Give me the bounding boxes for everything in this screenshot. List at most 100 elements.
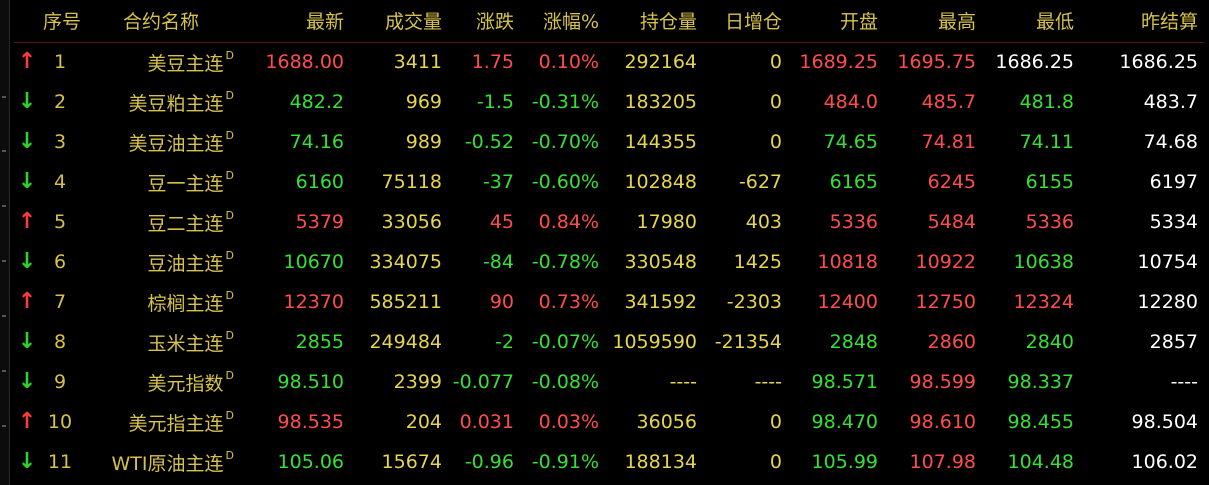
cell-open: 484.0: [823, 91, 878, 113]
cell-volume: 33056: [381, 211, 442, 233]
col-header-seq[interactable]: 序号: [40, 0, 84, 43]
contract-flag: D: [225, 169, 234, 183]
cell-pct: -0.91%: [531, 451, 599, 473]
left-panel-edge: [0, 0, 10, 485]
table-row[interactable]: ↑ 7 棕榈主连 D 12370 585211 90 0.73% 341592 -2303 1240…: [14, 282, 1204, 322]
arrow-up-icon: ↑: [17, 49, 37, 75]
cell-seq: 3: [53, 131, 67, 153]
cell-low: 104.48: [1007, 451, 1074, 473]
cell-oi: 144355: [624, 131, 697, 153]
cell-prev: 12280: [1137, 291, 1198, 313]
cell-low: 98.455: [1007, 411, 1074, 433]
arrow-down-icon: ↓: [17, 89, 37, 114]
cell-pct: 0.10%: [538, 51, 599, 74]
contract-name: 棕榈主连: [147, 292, 224, 315]
cell-change: -2: [495, 331, 514, 353]
edge-tick: [2, 150, 6, 152]
cell-oi: ----: [669, 371, 697, 393]
cell-oi: 1059590: [612, 331, 697, 353]
contract-flag: D: [225, 369, 234, 383]
contract-name: WTI原油主连: [111, 452, 224, 475]
cell-prev: 2857: [1149, 331, 1198, 353]
contract-name: 美元指数: [147, 372, 224, 395]
cell-last: 1688.00: [265, 51, 344, 74]
edge-tick: [2, 96, 6, 98]
cell-prev: 1686.25: [1119, 51, 1198, 74]
col-header-prev[interactable]: 昨结算: [1080, 0, 1204, 43]
contract-flag: D: [225, 409, 234, 423]
col-header-low[interactable]: 最低: [982, 0, 1080, 43]
col-header-pct[interactable]: 涨幅%: [520, 0, 605, 43]
contract-name: 美豆主连: [147, 52, 224, 75]
table-row[interactable]: ↓ 4 豆一主连 D 6160 75118 -37 -0.60% 102848 -627 6165 6…: [14, 162, 1204, 202]
cell-volume: 969: [405, 91, 442, 113]
cell-volume: 204: [405, 411, 442, 433]
cell-pct: 0.84%: [538, 211, 599, 233]
contract-flag: D: [225, 249, 234, 263]
cell-volume: 3411: [393, 51, 442, 74]
cell-pct: 0.73%: [538, 291, 599, 313]
col-header-oi-chg[interactable]: 日增仓: [703, 0, 788, 43]
cell-volume: 2399: [393, 371, 442, 393]
cell-open: 12400: [817, 291, 878, 313]
cell-volume: 15674: [381, 451, 442, 473]
cell-open: 1689.25: [799, 51, 878, 74]
header-row: 序号 合约名称 最新 成交量 涨跌 涨幅% 持仓量 日增仓 开盘 最高 最低 昨…: [14, 0, 1204, 43]
cell-name: 棕榈主连 D: [84, 282, 238, 322]
contract-flag: D: [225, 89, 234, 103]
contract-flag: D: [225, 329, 234, 343]
col-header-oi[interactable]: 持仓量: [605, 0, 703, 43]
cell-open: 74.65: [823, 131, 878, 153]
col-header-last[interactable]: 最新: [238, 0, 350, 43]
cell-oi-chg: -2303: [726, 291, 782, 313]
cell-seq: 10: [47, 411, 73, 433]
cell-prev: 10754: [1137, 251, 1198, 273]
cell-oi: 330548: [624, 251, 697, 273]
cell-open: 98.571: [811, 371, 878, 393]
trend-arrow-icon: ↓: [14, 442, 40, 482]
cell-seq: 11: [47, 451, 73, 473]
col-header-high[interactable]: 最高: [884, 0, 982, 43]
table-row[interactable]: ↑ 5 豆二主连 D 5379 33056 45 0.84% 17980 403 5336 5484 5…: [14, 202, 1204, 242]
cell-name: 美豆粕主连 D: [84, 82, 238, 122]
contract-name: 美元指主连: [128, 412, 224, 435]
col-header-name[interactable]: 合约名称: [84, 0, 238, 43]
table-row[interactable]: ↓ 8 玉米主连 D 2855 249484 -2 -0.07% 1059590 -21354 28…: [14, 322, 1204, 362]
cell-change: 0.031: [459, 411, 514, 433]
cell-change: -0.96: [464, 451, 514, 473]
contract-name: 玉米主连: [147, 332, 224, 355]
cell-name: 玉米主连 D: [84, 322, 238, 362]
table-row[interactable]: ↓ 3 美豆油主连 D 74.16 989 -0.52 -0.70% 144355 0 74.65 7…: [14, 122, 1204, 162]
cell-last: 105.06: [277, 451, 344, 473]
cell-low: 2840: [1025, 331, 1074, 353]
cell-pct: -0.07%: [531, 331, 599, 353]
cell-open: 105.99: [811, 451, 878, 473]
cell-change: 45: [489, 211, 514, 233]
table-row[interactable]: ↑ 10 美元指主连 D 98.535 204 0.031 0.03% 36056 0 98.470…: [14, 402, 1204, 442]
cell-seq: 1: [53, 51, 67, 74]
cell-oi: 188134: [624, 451, 697, 473]
cell-oi: 341592: [624, 291, 697, 313]
contract-name: 美豆粕主连: [128, 92, 224, 115]
trend-arrow-icon: ↓: [14, 242, 40, 282]
cell-oi: 102848: [624, 171, 697, 193]
cell-high: 1695.75: [897, 51, 976, 74]
cell-low: 6155: [1025, 171, 1074, 193]
table-row[interactable]: ↓ 2 美豆粕主连 D 482.2 969 -1.5 -0.31% 183205 0 484.0 48…: [14, 82, 1204, 122]
arrow-down-icon: ↓: [17, 169, 37, 194]
col-header-volume[interactable]: 成交量: [350, 0, 448, 43]
contract-name: 美豆油主连: [128, 132, 224, 155]
table-row[interactable]: ↓ 6 豆油主连 D 10670 334075 -84 -0.78% 330548 1425 108…: [14, 242, 1204, 282]
col-header-change[interactable]: 涨跌: [448, 0, 520, 43]
table-row[interactable]: ↓ 9 美元指数 D 98.510 2399 -0.077 -0.08% ---- ---- 98.…: [14, 362, 1204, 402]
table-row[interactable]: ↓ 11 WTI原油主连 D 105.06 15674 -0.96 -0.91% 188134 0…: [14, 442, 1204, 482]
contract-name: 豆一主连: [147, 172, 224, 195]
cell-oi-chg: 403: [745, 211, 782, 233]
cell-oi-chg: 0: [769, 131, 782, 153]
cell-high: 10922: [915, 251, 976, 273]
table-row[interactable]: ↑ 1 美豆主连 D 1688.00 3411 1.75 0.10% 292164 0 1689.2…: [14, 42, 1204, 82]
col-header-open[interactable]: 开盘: [788, 0, 884, 43]
cell-open: 10818: [817, 251, 878, 273]
cell-low: 481.8: [1019, 91, 1074, 113]
cell-oi-chg: 0: [769, 411, 782, 433]
